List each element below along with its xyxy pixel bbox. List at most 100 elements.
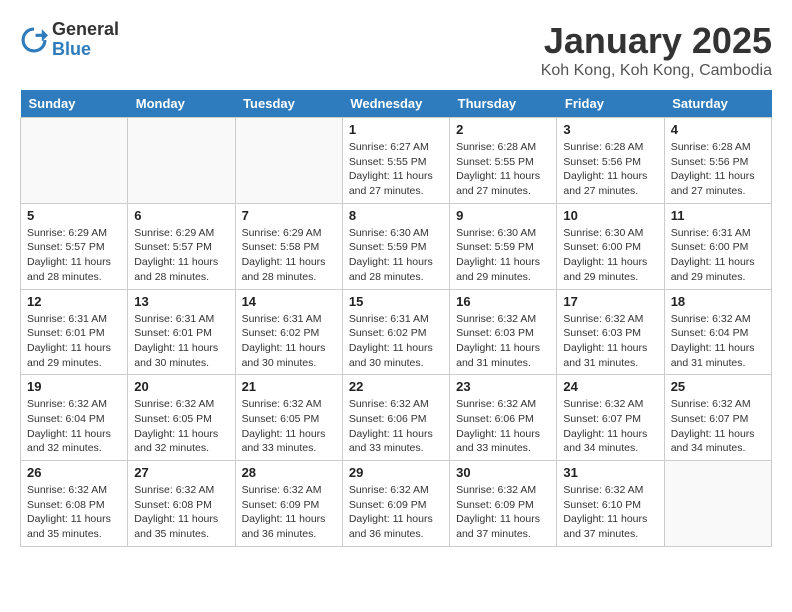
day-number: 9	[456, 208, 550, 223]
weekday-header-sunday: Sunday	[21, 90, 128, 118]
day-number: 18	[671, 294, 765, 309]
day-number: 24	[563, 379, 657, 394]
calendar-cell: 4Sunrise: 6:28 AM Sunset: 5:56 PM Daylig…	[664, 118, 771, 204]
day-number: 13	[134, 294, 228, 309]
cell-info: Sunrise: 6:32 AM Sunset: 6:05 PM Dayligh…	[242, 397, 336, 456]
calendar-cell: 24 Sunrise: 6:32 AM Sunset: 6:07 PM Dayli…	[557, 375, 664, 461]
day-number: 12	[27, 294, 121, 309]
calendar-cell: 13Sunrise: 6:31 AM Sunset: 6:01 PM Dayli…	[128, 289, 235, 375]
day-number: 17	[563, 294, 657, 309]
day-number: 26	[27, 465, 121, 480]
calendar-cell	[128, 118, 235, 204]
day-number: 23	[456, 379, 550, 394]
calendar-cell: 9 Sunrise: 6:30 AM Sunset: 5:59 PM Daylig…	[450, 203, 557, 289]
cell-info: Sunrise: 6:32 AM Sunset: 6:07 PM Dayligh…	[671, 397, 765, 456]
weekday-header-saturday: Saturday	[664, 90, 771, 118]
cell-info: Sunrise: 6:30 AM Sunset: 5:59 PM Dayligh…	[456, 226, 550, 285]
day-number: 20	[134, 379, 228, 394]
calendar-cell: 3Sunrise: 6:28 AM Sunset: 5:56 PM Daylig…	[557, 118, 664, 204]
calendar-cell: 7 Sunrise: 6:29 AM Sunset: 5:58 PM Daylig…	[235, 203, 342, 289]
week-row-2: 5 Sunrise: 6:29 AM Sunset: 5:57 PM Daylig…	[21, 203, 772, 289]
weekday-header-wednesday: Wednesday	[342, 90, 449, 118]
cell-info: Sunrise: 6:29 AM Sunset: 5:58 PM Dayligh…	[242, 226, 336, 285]
day-number: 7	[242, 208, 336, 223]
calendar-cell: 26Sunrise: 6:32 AM Sunset: 6:08 PM Dayli…	[21, 461, 128, 547]
cell-info: Sunrise: 6:32 AM Sunset: 6:05 PM Dayligh…	[134, 397, 228, 456]
cell-info: Sunrise: 6:32 AM Sunset: 6:10 PM Dayligh…	[563, 483, 657, 542]
day-number: 5	[27, 208, 121, 223]
cell-info: Sunrise: 6:32 AM Sunset: 6:06 PM Dayligh…	[456, 397, 550, 456]
cell-info: Sunrise: 6:32 AM Sunset: 6:04 PM Dayligh…	[27, 397, 121, 456]
calendar-cell: 18 Sunrise: 6:32 AM Sunset: 6:04 PM Dayli…	[664, 289, 771, 375]
logo-text: General Blue	[52, 20, 119, 60]
day-number: 31	[563, 465, 657, 480]
cell-info: Sunrise: 6:27 AM Sunset: 5:55 PM Dayligh…	[349, 140, 443, 199]
calendar-cell: 6 Sunrise: 6:29 AM Sunset: 5:57 PM Daylig…	[128, 203, 235, 289]
day-number: 1	[349, 122, 443, 137]
month-title: January 2025	[541, 20, 772, 62]
calendar-cell: 5 Sunrise: 6:29 AM Sunset: 5:57 PM Daylig…	[21, 203, 128, 289]
cell-info: Sunrise: 6:32 AM Sunset: 6:09 PM Dayligh…	[349, 483, 443, 542]
calendar-cell: 16Sunrise: 6:32 AM Sunset: 6:03 PM Dayli…	[450, 289, 557, 375]
weekday-header-thursday: Thursday	[450, 90, 557, 118]
calendar-cell: 23 Sunrise: 6:32 AM Sunset: 6:06 PM Dayli…	[450, 375, 557, 461]
calendar-body: 1 Sunrise: 6:27 AM Sunset: 5:55 PM Daylig…	[21, 118, 772, 547]
cell-info: Sunrise: 6:32 AM Sunset: 6:09 PM Dayligh…	[456, 483, 550, 542]
calendar-cell	[664, 461, 771, 547]
logo-icon	[20, 26, 48, 54]
weekday-header-friday: Friday	[557, 90, 664, 118]
day-number: 28	[242, 465, 336, 480]
calendar-cell: 30Sunrise: 6:32 AM Sunset: 6:09 PM Dayli…	[450, 461, 557, 547]
cell-info: Sunrise: 6:32 AM Sunset: 6:08 PM Dayligh…	[134, 483, 228, 542]
calendar-table: SundayMondayTuesdayWednesdayThursdayFrid…	[20, 90, 772, 547]
cell-info: Sunrise: 6:32 AM Sunset: 6:06 PM Dayligh…	[349, 397, 443, 456]
calendar-cell	[235, 118, 342, 204]
calendar-cell: 15 Sunrise: 6:31 AM Sunset: 6:02 PM Dayli…	[342, 289, 449, 375]
weekday-header-monday: Monday	[128, 90, 235, 118]
calendar-cell: 1 Sunrise: 6:27 AM Sunset: 5:55 PM Daylig…	[342, 118, 449, 204]
day-number: 25	[671, 379, 765, 394]
week-row-4: 19 Sunrise: 6:32 AM Sunset: 6:04 PM Dayli…	[21, 375, 772, 461]
day-number: 14	[242, 294, 336, 309]
day-number: 21	[242, 379, 336, 394]
calendar-cell: 11 Sunrise: 6:31 AM Sunset: 6:00 PM Dayli…	[664, 203, 771, 289]
cell-info: Sunrise: 6:30 AM Sunset: 6:00 PM Dayligh…	[563, 226, 657, 285]
cell-info: Sunrise: 6:32 AM Sunset: 6:03 PM Dayligh…	[456, 312, 550, 371]
week-row-3: 12 Sunrise: 6:31 AM Sunset: 6:01 PM Dayli…	[21, 289, 772, 375]
cell-info: Sunrise: 6:32 AM Sunset: 6:03 PM Dayligh…	[563, 312, 657, 371]
cell-info: Sunrise: 6:31 AM Sunset: 6:02 PM Dayligh…	[349, 312, 443, 371]
day-number: 10	[563, 208, 657, 223]
day-number: 19	[27, 379, 121, 394]
day-number: 29	[349, 465, 443, 480]
cell-info: Sunrise: 6:31 AM Sunset: 6:00 PM Dayligh…	[671, 226, 765, 285]
day-number: 15	[349, 294, 443, 309]
day-number: 8	[349, 208, 443, 223]
calendar-cell	[21, 118, 128, 204]
calendar-cell: 12 Sunrise: 6:31 AM Sunset: 6:01 PM Dayli…	[21, 289, 128, 375]
cell-info: Sunrise: 6:32 AM Sunset: 6:09 PM Dayligh…	[242, 483, 336, 542]
location: Koh Kong, Koh Kong, Cambodia	[541, 62, 772, 80]
cell-info: Sunrise: 6:30 AM Sunset: 5:59 PM Dayligh…	[349, 226, 443, 285]
calendar-cell: 10 Sunrise: 6:30 AM Sunset: 6:00 PM Dayli…	[557, 203, 664, 289]
cell-info: Sunrise: 6:29 AM Sunset: 5:57 PM Dayligh…	[134, 226, 228, 285]
day-number: 11	[671, 208, 765, 223]
week-row-5: 26 Sunrise: 6:32 AM Sunset: 6:08 PM Dayli…	[21, 461, 772, 547]
week-row-1: 1 Sunrise: 6:27 AM Sunset: 5:55 PM Daylig…	[21, 118, 772, 204]
day-number: 6	[134, 208, 228, 223]
cell-info: Sunrise: 6:32 AM Sunset: 6:07 PM Dayligh…	[563, 397, 657, 456]
page-header: General Blue January 2025 Koh Kong, Koh …	[20, 20, 772, 80]
calendar-header: SundayMondayTuesdayWednesdayThursdayFrid…	[21, 90, 772, 118]
calendar-cell: 19 Sunrise: 6:32 AM Sunset: 6:04 PM Dayli…	[21, 375, 128, 461]
cell-info: Sunrise: 6:28 AM Sunset: 5:55 PM Dayligh…	[456, 140, 550, 199]
calendar-cell: 31 Sunrise: 6:32 AM Sunset: 6:10 PM Dayli…	[557, 461, 664, 547]
calendar-cell: 2Sunrise: 6:28 AM Sunset: 5:55 PM Daylig…	[450, 118, 557, 204]
cell-info: Sunrise: 6:29 AM Sunset: 5:57 PM Dayligh…	[27, 226, 121, 285]
day-number: 22	[349, 379, 443, 394]
cell-info: Sunrise: 6:31 AM Sunset: 6:01 PM Dayligh…	[27, 312, 121, 371]
cell-info: Sunrise: 6:31 AM Sunset: 6:02 PM Dayligh…	[242, 312, 336, 371]
calendar-cell: 25 Sunrise: 6:32 AM Sunset: 6:07 PM Dayli…	[664, 375, 771, 461]
cell-info: Sunrise: 6:32 AM Sunset: 6:04 PM Dayligh…	[671, 312, 765, 371]
logo: General Blue	[20, 20, 119, 60]
calendar-cell: 21 Sunrise: 6:32 AM Sunset: 6:05 PM Dayli…	[235, 375, 342, 461]
weekday-header-tuesday: Tuesday	[235, 90, 342, 118]
